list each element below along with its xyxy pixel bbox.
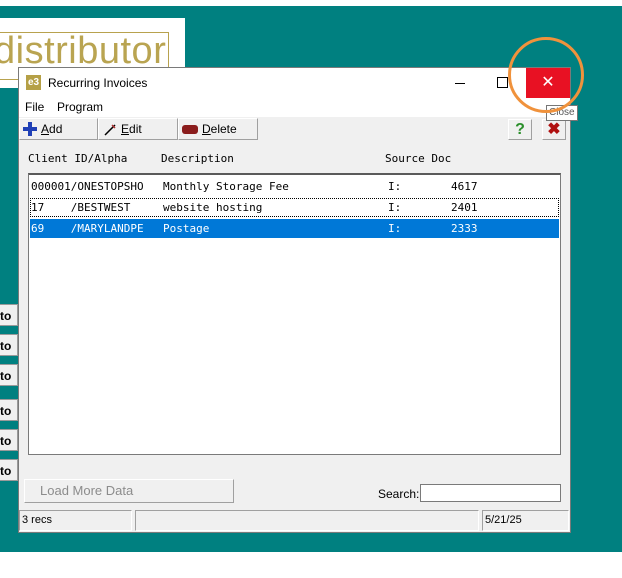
row-doc: 2333 — [451, 222, 478, 235]
status-record-count: 3 recs — [19, 510, 132, 531]
menu-file[interactable]: File — [25, 100, 44, 114]
eraser-icon — [182, 125, 198, 134]
app-icon: e3 — [26, 75, 41, 90]
header-client-id: Client ID/Alpha — [28, 152, 128, 165]
add-button[interactable]: Add — [19, 118, 98, 140]
window-title: Recurring Invoices — [48, 76, 148, 90]
row-client: 000001/ONESTOPSHO — [31, 180, 144, 193]
recurring-invoices-window: e3 Recurring Invoices ✕ File Program Add — [18, 67, 571, 533]
help-icon: ? — [515, 121, 525, 138]
toolbar: Add Edit Delete ? ✖ — [19, 117, 570, 142]
highlight-circle — [508, 37, 584, 113]
title-bar[interactable]: e3 Recurring Invoices ✕ — [19, 68, 570, 98]
row-client: 17 /BESTWEST — [31, 201, 131, 214]
plus-icon — [23, 122, 37, 136]
side-button-4[interactable]: to — [0, 399, 18, 421]
edit-label: Edit — [121, 122, 142, 136]
delete-label: Delete — [202, 122, 237, 136]
status-message — [135, 510, 479, 531]
invoice-list[interactable]: 000001/ONESTOPSHO Monthly Storage Fee I:… — [28, 173, 561, 455]
row-type: I: — [388, 222, 402, 235]
row-description: website hosting — [163, 201, 263, 214]
bottom-strip — [0, 552, 622, 578]
help-button[interactable]: ? — [508, 119, 532, 140]
side-button-1[interactable]: to — [0, 304, 18, 326]
row-description: Postage — [163, 222, 210, 235]
list-row-selected[interactable]: 69 /MARYLANDPE Postage I: 2333 — [30, 219, 559, 238]
menu-bar: File Program — [19, 98, 570, 117]
side-button-2[interactable]: to — [0, 334, 18, 356]
minimize-button[interactable] — [442, 68, 482, 98]
status-date: 5/21/25 — [482, 510, 569, 531]
add-label: Add — [41, 122, 63, 136]
pencil-icon — [104, 124, 116, 136]
header-source-doc: Source Doc — [385, 152, 452, 165]
edit-button[interactable]: Edit — [98, 118, 178, 140]
list-header: Client ID/Alpha Description Source Doc — [28, 152, 568, 168]
search-input[interactable] — [420, 484, 561, 502]
list-row[interactable]: 17 /BESTWEST website hosting I: 2401 — [30, 198, 559, 217]
search-label: Search: — [378, 487, 420, 501]
side-button-6[interactable]: to — [0, 459, 18, 481]
load-more-button[interactable]: Load More Data — [24, 479, 234, 503]
delete-button[interactable]: Delete — [178, 118, 258, 140]
list-row[interactable]: 000001/ONESTOPSHO Monthly Storage Fee I:… — [30, 177, 559, 196]
header-description: Description — [161, 152, 234, 165]
row-type: I: — [388, 180, 402, 193]
row-description: Monthly Storage Fee — [163, 180, 289, 193]
desktop: distributor to to to to to to e3 Recurri… — [0, 0, 622, 578]
exit-button[interactable]: ✖ — [542, 119, 566, 140]
exit-icon: ✖ — [547, 121, 561, 138]
row-client: 69 /MARYLANDPE — [31, 222, 144, 235]
status-bar: 3 recs 5/21/25 — [19, 509, 570, 532]
menu-program[interactable]: Program — [57, 100, 103, 114]
row-type: I: — [388, 201, 402, 214]
row-doc: 2401 — [451, 201, 478, 214]
side-button-5[interactable]: to — [0, 429, 18, 451]
side-button-3[interactable]: to — [0, 364, 18, 386]
row-doc: 4617 — [451, 180, 478, 193]
